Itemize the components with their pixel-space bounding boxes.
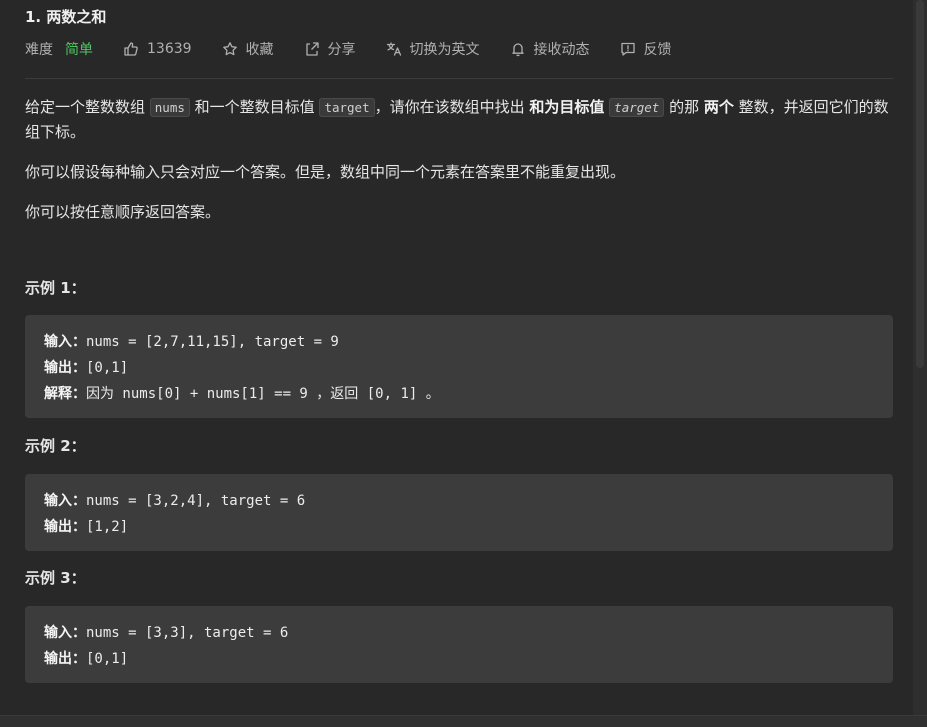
feedback-label: 反馈 [643, 42, 672, 58]
like-count: 13639 [147, 41, 192, 57]
example-1-output: [0,1] [86, 360, 129, 376]
share-button[interactable]: 分享 [304, 39, 356, 59]
statement-paragraph-3: 你可以按任意顺序返回答案。 [25, 203, 221, 221]
example-1-explain-text: ，返回 [316, 386, 359, 402]
translate-icon [386, 42, 401, 56]
output-label: 输出： [44, 519, 86, 535]
like-button[interactable]: 13639 [123, 41, 192, 57]
input-label: 输入： [44, 625, 86, 641]
share-icon [305, 42, 319, 56]
scrollbar-thumb[interactable] [916, 0, 924, 368]
inline-code-nums: nums [149, 98, 190, 117]
statement-paragraph-1: 给定一个整数数组 nums 和一个整数目标值 target ，请你在该数组中找出 … [25, 95, 895, 144]
inline-code-target: target [319, 98, 375, 117]
problem-statement: 给定一个整数数组 nums 和一个整数目标值 target ，请你在该数组中找出 … [25, 95, 895, 224]
example-3-block: 输入：nums = [3,3], target = 6 输出：[0,1] [25, 606, 893, 683]
bell-icon [511, 43, 524, 57]
example-1-output-line: 输出：[0,1] [44, 355, 874, 381]
problem-description-pane: 1. 两数之和 难度 简单 13639 收藏 分享 切换为英文 接收动态 反馈 … [0, 0, 913, 716]
example-1-block: 输入：nums = [2,7,11,15], target = 9 输出：[0,… [25, 315, 893, 418]
difficulty-badge: 简单 [65, 42, 93, 58]
share-label: 分享 [327, 42, 356, 58]
statement-text: ，请你在该数组中找出 [374, 98, 530, 116]
statement-text: 给定一个整数数组 [25, 98, 150, 116]
favorite-button[interactable]: 收藏 [222, 39, 274, 59]
switch-language-button[interactable]: 切换为英文 [386, 39, 480, 59]
inline-code-target-italic: target [609, 98, 665, 117]
explain-label: 解释： [44, 386, 86, 402]
bottom-panel-edge [0, 715, 927, 727]
favorite-label: 收藏 [245, 42, 274, 58]
vertical-scrollbar[interactable] [913, 0, 927, 716]
example-1-input: nums = [2,7,11,15], target = 9 [86, 334, 339, 350]
example-1-explain-text: 。 [425, 386, 440, 402]
feedback-icon [620, 42, 635, 56]
example-2-output-line: 输出：[1,2] [44, 514, 874, 540]
example-2-output: [1,2] [86, 519, 129, 535]
thumbs-up-icon [124, 42, 138, 56]
example-1-explain-result: [0, 1] [358, 386, 426, 402]
example-1-input-line: 输入：nums = [2,7,11,15], target = 9 [44, 329, 874, 355]
output-label: 输出： [44, 360, 86, 376]
star-icon [222, 42, 237, 56]
example-2-input: nums = [3,2,4], target = 6 [86, 493, 306, 509]
example-1-explain-text: 因为 [86, 386, 114, 402]
example-3-input-line: 输入：nums = [3,3], target = 6 [44, 620, 874, 646]
input-label: 输入： [44, 334, 86, 350]
subscribe-label: 接收动态 [533, 42, 590, 58]
example-1-explain-expr: nums[0] + nums[1] == 9 [114, 386, 317, 402]
example-3-input: nums = [3,3], target = 6 [86, 625, 289, 641]
example-3-output: [0,1] [86, 651, 129, 667]
example-1-explain-line: 解释：因为 nums[0] + nums[1] == 9 ，返回 [0, 1] … [44, 381, 874, 407]
example-3-title: 示例 3： [25, 569, 86, 587]
statement-text: 和一个整数目标值 [189, 98, 320, 116]
output-label: 输出： [44, 651, 86, 667]
bold-text-target-sum: 和为目标值 [529, 98, 605, 116]
switch-language-label: 切换为英文 [409, 42, 480, 58]
difficulty-label: 难度 [25, 42, 53, 58]
example-2-title: 示例 2： [25, 437, 86, 455]
input-label: 输入： [44, 493, 86, 509]
example-3-output-line: 输出：[0,1] [44, 646, 874, 672]
example-2-block: 输入：nums = [3,2,4], target = 6 输出：[1,2] [25, 474, 893, 551]
problem-meta-bar: 难度 简单 13639 收藏 分享 切换为英文 接收动态 反馈 [25, 38, 702, 60]
example-1-title: 示例 1： [25, 279, 86, 297]
statement-paragraph-2: 你可以假设每种输入只会对应一个答案。但是，数组中同一个元素在答案里不能重复出现。 [25, 163, 626, 181]
problem-title: 1. 两数之和 [25, 8, 107, 26]
example-2-input-line: 输入：nums = [3,2,4], target = 6 [44, 488, 874, 514]
feedback-button[interactable]: 反馈 [620, 39, 672, 59]
subscribe-button[interactable]: 接收动态 [510, 39, 590, 59]
bold-text-two: 两个 [703, 98, 734, 116]
header-divider [25, 78, 893, 79]
statement-text: 的那 [664, 98, 704, 116]
